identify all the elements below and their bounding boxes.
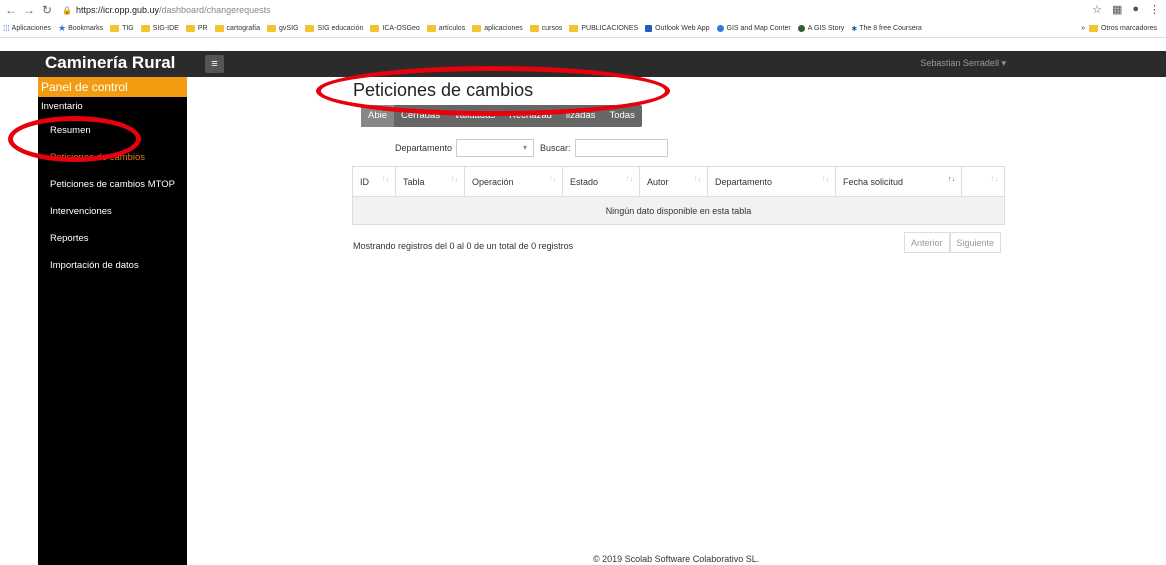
folder-icon (110, 25, 120, 32)
chevron-down-icon: ▾ (523, 143, 528, 152)
folder-icon (569, 25, 579, 32)
column-header-actions[interactable]: ↑↓ (961, 166, 1005, 197)
profile-icon[interactable]: ● (1132, 3, 1139, 16)
column-header-id[interactable]: ID ↑↓ (352, 166, 396, 197)
sidebar-item-inventario[interactable]: Inventario (38, 97, 187, 117)
sidebar-item-peticiones-mtop[interactable]: Peticiones de cambios MTOP (38, 171, 187, 198)
sidebar-item-reportes[interactable]: Reportes (38, 225, 187, 252)
sort-icon: ↑↓ (382, 176, 389, 183)
globe-icon (716, 25, 724, 32)
sort-icon: ↑↓ (549, 176, 556, 183)
user-menu[interactable]: Sebastian Serradell ▾ (920, 58, 1006, 69)
more-bookmarks-button[interactable]: » (1081, 25, 1085, 32)
filter-bar: Departamento ▾ Buscar: (395, 139, 668, 157)
footer: © 2019 Scolab Software Colaborativo SL. (593, 554, 760, 564)
bookmark-item[interactable]: cursos (529, 25, 562, 32)
other-bookmarks[interactable]: Otros marcadores (1088, 25, 1157, 32)
folder-icon (140, 25, 150, 32)
table-info: Mostrando registros del 0 al 0 de un tot… (353, 241, 574, 251)
sort-icon: ↑↓ (451, 176, 458, 183)
column-header-operacion[interactable]: Operación ↑↓ (464, 166, 563, 197)
column-header-tabla[interactable]: Tabla ↑↓ (395, 166, 465, 197)
folder-icon (529, 25, 539, 32)
coursera-icon: ✱ (851, 25, 858, 33)
folder-icon (267, 25, 277, 32)
sort-icon: ↑↓ (991, 176, 998, 183)
folder-icon (472, 25, 482, 32)
url-path: /dashboard/changerequests (159, 5, 271, 15)
sort-icon: ↑↓ (822, 176, 829, 183)
globe-icon (797, 25, 805, 32)
apps-grid-icon: ⁞⁞⁞ (3, 24, 10, 33)
column-header-departamento[interactable]: Departamento ↑↓ (707, 166, 836, 197)
brand-title[interactable]: Caminería Rural (45, 53, 175, 73)
annotation-ellipse-title (316, 66, 670, 116)
previous-page-button[interactable]: Anterior (904, 232, 950, 253)
star-icon: ★ (57, 23, 67, 33)
bookmark-item[interactable]: artículos (426, 25, 465, 32)
sidebar-header: Panel de control (38, 77, 187, 97)
column-header-autor[interactable]: Autor ↑↓ (639, 166, 708, 197)
search-input[interactable] (574, 139, 668, 157)
departamento-select[interactable]: ▾ (456, 139, 535, 157)
table-row: Ningún dato disponible en esta tabla (352, 196, 1005, 225)
sidebar-item-importacion[interactable]: Importación de datos (38, 252, 187, 279)
bookmark-item[interactable]: gvSIG (267, 25, 298, 32)
folder-icon (426, 25, 436, 32)
bookmark-item[interactable]: A GIS Story (797, 25, 844, 32)
column-header-fecha-solicitud[interactable]: Fecha solicitud ↑↓ (835, 166, 962, 197)
address-bar[interactable]: 🔒 https://icr.opp.gub.uy /dashboard/chan… (62, 5, 271, 15)
outlook-icon (645, 25, 653, 32)
next-page-button[interactable]: Siguiente (949, 232, 1002, 253)
bookmark-item[interactable]: ⁞⁞⁞ Aplicaciones (3, 24, 51, 33)
bookmark-item[interactable]: GIS and Map Conter (716, 25, 791, 32)
folder-icon (1088, 25, 1098, 32)
bookmark-item[interactable]: PR (185, 25, 208, 32)
search-label: Buscar: (540, 143, 571, 153)
pagination: Anterior Siguiente (904, 232, 1002, 253)
menu-dots-icon[interactable]: ⋮ (1149, 3, 1160, 16)
folder-icon (370, 25, 380, 32)
table-header-row: ID ↑↓ Tabla ↑↓ Operación ↑↓ Estado ↑↓ Autor ↑… (352, 166, 1005, 197)
bookmarks-bar: ⁞⁞⁞ Aplicaciones ★ Bookmarks TIG SIG-IDE P… (0, 20, 1166, 38)
sort-desc-icon: ↑↓ (948, 176, 955, 183)
extension-icon[interactable]: ▦ (1112, 3, 1122, 16)
bookmark-item[interactable]: SIG educación (305, 25, 363, 32)
bookmark-item[interactable]: Outlook Web App (645, 25, 710, 32)
url-host: https://icr.opp.gub.uy (75, 5, 160, 15)
annotation-ellipse-resumen (8, 116, 141, 162)
bookmark-item[interactable]: ✱ The 8 free Coursera (851, 25, 922, 33)
bookmark-item[interactable]: ICA-OSGeo (370, 25, 420, 32)
bookmark-star-icon[interactable]: ☆ (1092, 3, 1102, 16)
sort-icon: ↑↓ (626, 176, 633, 183)
change-requests-table: ID ↑↓ Tabla ↑↓ Operación ↑↓ Estado ↑↓ Autor ↑… (352, 166, 1005, 225)
lock-icon: 🔒 (62, 5, 72, 15)
bookmark-item[interactable]: cartografía (214, 25, 260, 32)
bookmark-item[interactable]: ★ Bookmarks (58, 23, 103, 34)
empty-table-message: Ningún dato disponible en esta tabla (352, 196, 1005, 225)
forward-icon[interactable]: → (22, 3, 36, 17)
bookmark-item[interactable]: TIG (110, 25, 134, 32)
menu-toggle-button[interactable]: ≡ (205, 55, 224, 73)
back-icon[interactable]: ← (4, 3, 18, 17)
folder-icon (185, 25, 195, 32)
bookmark-item[interactable]: PUBLICACIONES (569, 25, 638, 32)
sidebar-item-intervenciones[interactable]: Intervenciones (38, 198, 187, 225)
caret-down-icon: ▾ (1001, 58, 1006, 68)
bookmark-item[interactable]: SIG-IDE (140, 25, 179, 32)
departamento-label: Departamento (395, 143, 453, 153)
folder-icon (305, 25, 315, 32)
folder-icon (214, 25, 224, 32)
reload-icon[interactable]: ↻ (40, 3, 54, 17)
browser-toolbar: ← → ↻ 🔒 https://icr.opp.gub.uy /dashboar… (0, 0, 1166, 20)
sort-icon: ↑↓ (694, 176, 701, 183)
bookmark-item[interactable]: aplicaciones (472, 25, 523, 32)
column-header-estado[interactable]: Estado ↑↓ (562, 166, 640, 197)
